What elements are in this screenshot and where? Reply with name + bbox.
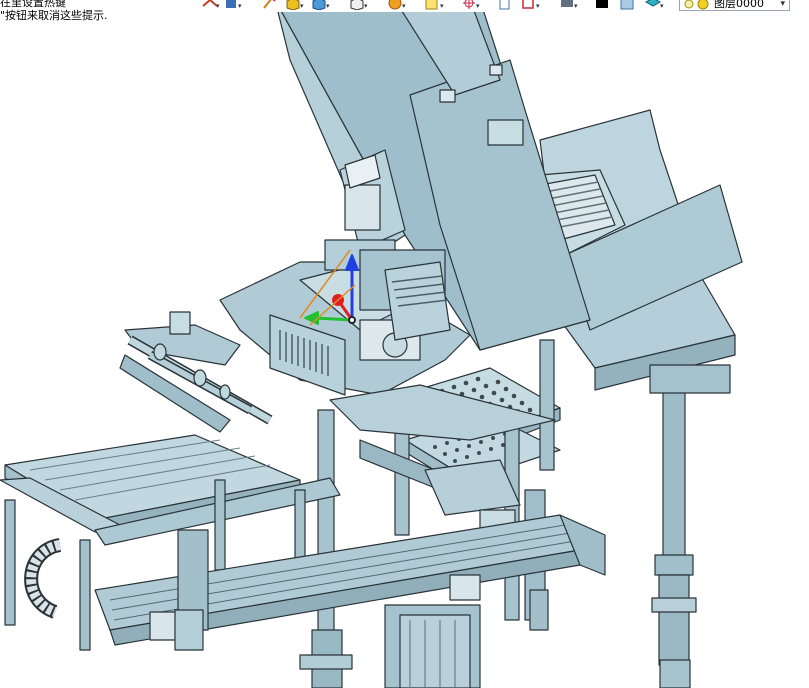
motor xyxy=(384,604,481,688)
blue-square-icon[interactable] xyxy=(618,0,640,10)
page-icon[interactable] xyxy=(496,0,518,10)
svg-text:▾: ▾ xyxy=(574,2,578,10)
layer-select[interactable]: 图层0000 ▾ xyxy=(679,0,790,11)
svg-text:▾: ▾ xyxy=(536,2,540,10)
cube-white-icon[interactable]: ▾ xyxy=(348,0,370,10)
note-icon[interactable]: ▾ xyxy=(424,0,446,10)
black-square-icon[interactable] xyxy=(594,0,616,10)
frame-icon[interactable]: ▾ xyxy=(520,0,542,10)
svg-text:▾: ▾ xyxy=(238,2,242,10)
svg-text:▾: ▾ xyxy=(402,2,406,10)
database-icon[interactable]: ▾ xyxy=(558,0,580,10)
svg-text:▾: ▾ xyxy=(326,2,330,10)
layers-icon[interactable]: ▾ xyxy=(644,0,666,10)
layer-select-value: 图层0000 xyxy=(714,0,764,10)
chevron-down-icon: ▾ xyxy=(780,0,785,9)
cube-blue-icon[interactable]: ▾ xyxy=(310,0,332,10)
upper-carriage xyxy=(219,239,471,396)
svg-text:▾: ▾ xyxy=(216,2,220,10)
drag-chain xyxy=(24,538,62,619)
svg-text:▾: ▾ xyxy=(476,2,480,10)
lightbulb-icon xyxy=(684,0,712,14)
hint-text: 在里设置热键 "按钮来取消这些提示. xyxy=(0,0,108,22)
right-leg xyxy=(651,389,697,688)
hint-line-2: "按钮来取消这些提示. xyxy=(0,9,108,22)
pencil-icon[interactable] xyxy=(262,0,284,10)
hint-line-1: 在里设置热键 xyxy=(0,0,66,9)
svg-text:▾: ▾ xyxy=(660,2,664,10)
box-yellow-icon[interactable]: ▾ xyxy=(284,0,306,10)
svg-text:▾: ▾ xyxy=(300,2,304,10)
svg-text:▾: ▾ xyxy=(440,2,444,10)
undo-icon[interactable]: ▾ xyxy=(200,0,222,10)
crosshair-icon[interactable]: ▾ xyxy=(460,0,482,10)
sun-icon[interactable]: ▾ xyxy=(386,0,408,10)
svg-text:▾: ▾ xyxy=(364,2,368,10)
paint-icon[interactable]: ▾ xyxy=(224,0,246,10)
slotted-plate-right xyxy=(384,261,451,341)
cad-viewport[interactable] xyxy=(0,12,809,688)
